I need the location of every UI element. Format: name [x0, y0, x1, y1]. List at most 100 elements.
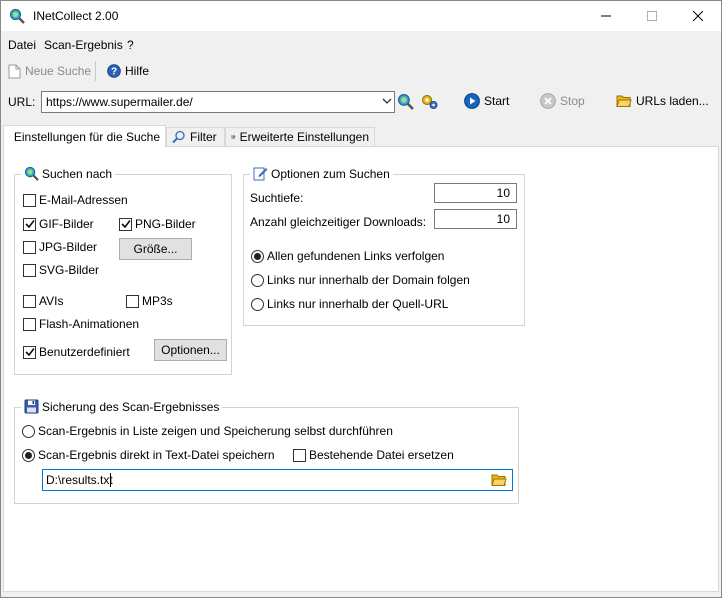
save-text-radio[interactable]: Scan-Ergebnis direkt in Text-Datei speic…	[22, 448, 275, 462]
menu-help[interactable]: ?	[127, 38, 134, 52]
search-options-title-text: Optionen zum Suchen	[271, 166, 390, 181]
text-caret	[110, 473, 111, 487]
save-results-title-text: Sicherung des Scan-Ergebnisses	[42, 399, 220, 414]
save-results-title: Sicherung des Scan-Ergebnisses	[21, 399, 223, 414]
stop-button[interactable]: Stop	[540, 89, 585, 113]
depth-input[interactable]: 10	[434, 183, 517, 203]
custom-label: Benutzerdefiniert	[39, 345, 130, 359]
search-options-title: Optionen zum Suchen	[250, 166, 393, 181]
tab-search-settings-label: Einstellungen für die Suche	[13, 130, 160, 144]
radio-dot	[25, 451, 32, 459]
png-label: PNG-Bilder	[135, 217, 196, 231]
options-button[interactable]: Optionen...	[154, 339, 227, 361]
tab-search-settings[interactable]: Einstellungen für die Suche	[3, 125, 166, 148]
gif-label: GIF-Bilder	[39, 217, 94, 231]
search-options-group: Optionen zum Suchen Suchtiefe: 10 Anzahl…	[243, 166, 525, 326]
custom-checkbox[interactable]: Benutzerdefiniert	[23, 345, 130, 359]
new-search-label: Neue Suche	[25, 64, 92, 78]
follow-domain-radio[interactable]: Links nur innerhalb der Domain folgen	[251, 273, 470, 287]
url-value: https://www.supermailer.de/	[46, 95, 193, 109]
follow-source-radio-button[interactable]	[251, 297, 264, 311]
flash-label: Flash-Animationen	[39, 317, 140, 331]
folder-open-icon	[616, 95, 632, 107]
svg-checkbox[interactable]: SVG-Bilder	[23, 263, 99, 277]
start-button[interactable]: Start	[464, 89, 509, 113]
url-combobox[interactable]: https://www.supermailer.de/	[41, 91, 395, 113]
downloads-label: Anzahl gleichzeitiger Downloads:	[250, 215, 427, 229]
gears-settings-icon[interactable]	[421, 94, 439, 110]
email-label: E-Mail-Adressen	[39, 193, 128, 207]
email-checkbox[interactable]: E-Mail-Adressen	[23, 193, 128, 207]
save-text-radio-button[interactable]	[22, 448, 35, 462]
start-label: Start	[484, 94, 510, 108]
tab-strip: Einstellungen für die Suche Filter Erwei…	[3, 125, 719, 148]
depth-label: Suchtiefe:	[250, 191, 304, 205]
app-window: INetCollect 2.00 Datei Scan-Ergebnis ? N…	[0, 0, 722, 598]
follow-all-radio[interactable]: Allen gefundenen Links verfolgen	[251, 249, 444, 263]
menu-datei[interactable]: Datei	[8, 38, 36, 52]
checkmark-icon	[24, 220, 35, 229]
png-check-box[interactable]	[119, 217, 132, 231]
maximize-button[interactable]	[629, 1, 675, 31]
search-for-title: Suchen nach	[21, 166, 116, 181]
toolbar: Neue Suche ? Hilfe	[1, 59, 721, 83]
stop-icon	[540, 93, 556, 109]
help-icon: ?	[107, 64, 121, 78]
svg-label: SVG-Bilder	[39, 263, 100, 277]
email-check-box[interactable]	[23, 193, 36, 207]
follow-source-label: Links nur innerhalb der Quell-URL	[267, 297, 449, 311]
url-label: URL:	[8, 95, 36, 109]
size-button[interactable]: Größe...	[119, 238, 192, 260]
title-bar: INetCollect 2.00	[1, 1, 721, 31]
gif-checkbox[interactable]: GIF-Bilder	[23, 217, 94, 231]
show-list-radio[interactable]: Scan-Ergebnis in Liste zeigen und Speich…	[22, 424, 393, 438]
mp3-check-box[interactable]	[126, 294, 139, 308]
mp3-checkbox[interactable]: MP3s	[126, 294, 173, 308]
svg-check-box[interactable]	[23, 263, 36, 277]
minimize-button[interactable]	[583, 1, 629, 31]
new-document-icon	[8, 64, 21, 78]
show-list-radio-button[interactable]	[22, 424, 35, 438]
url-row: URL: https://www.supermailer.de/ Start S…	[1, 91, 721, 115]
follow-domain-label: Links nur innerhalb der Domain folgen	[267, 273, 470, 287]
magnifier-icon	[24, 166, 39, 181]
folder-open-icon[interactable]	[491, 473, 507, 487]
close-button[interactable]	[675, 1, 721, 31]
follow-domain-radio-button[interactable]	[251, 273, 264, 287]
output-path-value: D:\results.txt	[46, 473, 113, 487]
follow-source-radio[interactable]: Links nur innerhalb der Quell-URL	[251, 297, 448, 311]
chevron-down-icon[interactable]	[382, 96, 392, 106]
flash-checkbox[interactable]: Flash-Animationen	[23, 317, 139, 331]
svg-text:?: ?	[111, 67, 117, 78]
replace-file-check-box[interactable]	[293, 448, 306, 462]
load-urls-button[interactable]: URLs laden...	[616, 89, 709, 113]
avi-label: AVIs	[39, 294, 64, 308]
png-checkbox[interactable]: PNG-Bilder	[119, 217, 196, 231]
flash-check-box[interactable]	[23, 317, 36, 331]
help-button[interactable]: ? Hilfe	[107, 59, 149, 83]
floppy-disk-icon	[24, 399, 39, 414]
tab-filter[interactable]: Filter	[166, 127, 225, 146]
play-icon	[464, 93, 480, 109]
tab-advanced-settings[interactable]: Erweiterte Einstellungen	[225, 127, 375, 146]
show-list-label: Scan-Ergebnis in Liste zeigen und Speich…	[38, 424, 393, 438]
follow-all-label: Allen gefundenen Links verfolgen	[267, 249, 445, 263]
output-path-input[interactable]: D:\results.txt	[42, 469, 513, 491]
menu-scan-ergebnis[interactable]: Scan-Ergebnis	[44, 38, 123, 52]
gif-check-box[interactable]	[23, 217, 36, 231]
avi-check-box[interactable]	[23, 294, 36, 308]
stop-label: Stop	[560, 94, 585, 108]
checkmark-icon	[24, 348, 35, 357]
magnifier-search-icon[interactable]	[397, 93, 414, 110]
minimize-icon	[601, 15, 611, 17]
avi-checkbox[interactable]: AVIs	[23, 294, 63, 308]
custom-check-box[interactable]	[23, 345, 36, 359]
downloads-input[interactable]: 10	[434, 209, 517, 229]
new-search-button[interactable]: Neue Suche	[8, 59, 91, 83]
replace-file-checkbox[interactable]: Bestehende Datei ersetzen	[293, 448, 454, 462]
replace-file-label: Bestehende Datei ersetzen	[309, 448, 454, 462]
mp3-label: MP3s	[142, 294, 173, 308]
jpg-check-box[interactable]	[23, 240, 36, 254]
follow-all-radio-button[interactable]	[251, 249, 264, 263]
jpg-checkbox[interactable]: JPG-Bilder	[23, 240, 97, 254]
